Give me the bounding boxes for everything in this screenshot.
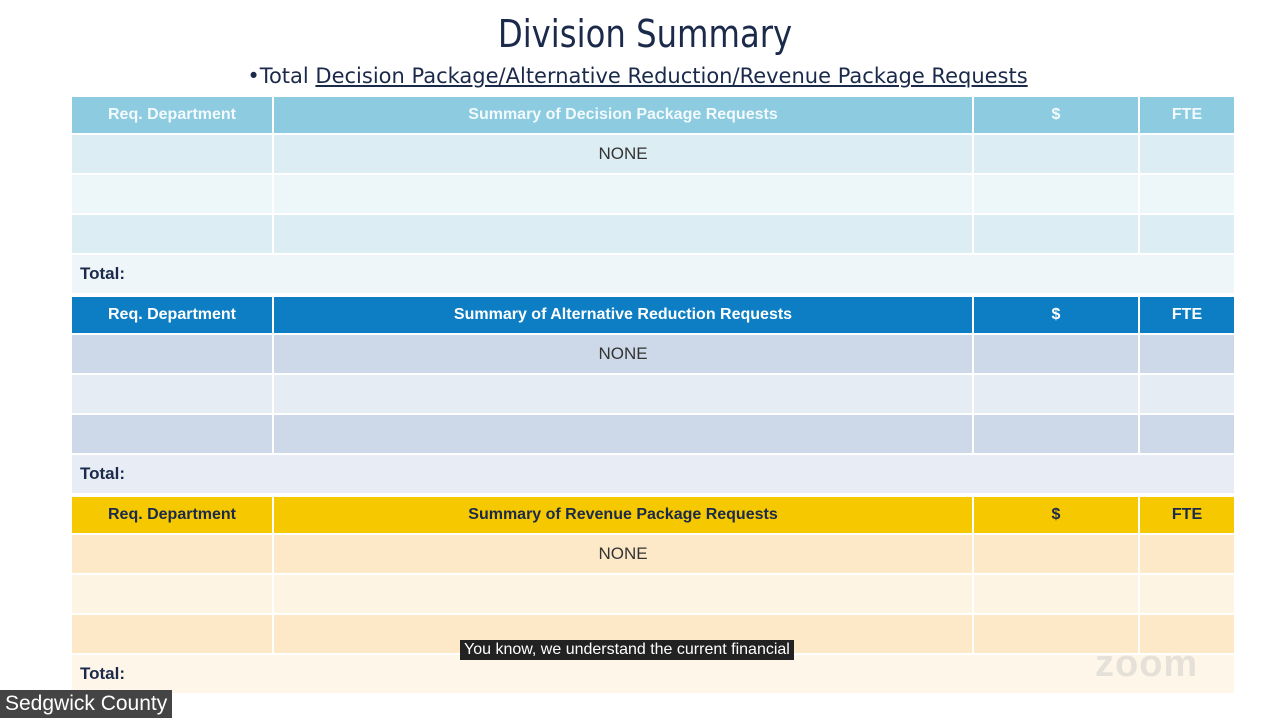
column-header: Req. Department (72, 497, 272, 533)
table-cell (274, 575, 972, 613)
table-cell (974, 335, 1138, 373)
table-row: NONE (72, 335, 1234, 373)
total-row: Total: (72, 655, 1234, 693)
table-cell: NONE (274, 135, 972, 173)
total-row: Total: (72, 255, 1234, 293)
table-cell (1140, 575, 1234, 613)
table-cell: NONE (274, 335, 972, 373)
column-header: $ (974, 297, 1138, 333)
column-header: Summary of Revenue Package Requests (274, 497, 972, 533)
table-row (72, 575, 1234, 613)
column-header: Req. Department (72, 97, 272, 133)
table-cell (1140, 535, 1234, 573)
table-cell (72, 535, 272, 573)
slide-title: Division Summary (497, 12, 793, 56)
table-header: Req. Department Summary of Alternative Re… (72, 297, 1234, 333)
table-cell (274, 415, 972, 453)
table-cell (974, 575, 1138, 613)
table-cell (72, 375, 272, 413)
column-header: FTE (1140, 97, 1234, 133)
decision-package-table: Req. Department Summary of Decision Packa… (72, 97, 1234, 293)
table-row (72, 375, 1234, 413)
table-row (72, 415, 1234, 453)
table-cell (1140, 175, 1234, 213)
table-cell (72, 615, 272, 653)
table-cell (974, 375, 1138, 413)
subtitle-prefix: •Total (247, 64, 316, 88)
table-cell (274, 175, 972, 213)
table-header: Req. Department Summary of Decision Packa… (72, 97, 1234, 133)
column-header: Req. Department (72, 297, 272, 333)
table-cell (974, 215, 1138, 253)
slide-subtitle: •Total Decision Package/Alternative Redu… (0, 64, 1275, 88)
subtitle-link: Decision Package/Alternative Reduction/R… (315, 64, 1028, 88)
table-cell (1140, 415, 1234, 453)
table-row (72, 215, 1234, 253)
table-cell (72, 415, 272, 453)
participant-name: Sedgwick County (0, 690, 173, 718)
table-header: Req. Department Summary of Revenue Packag… (72, 497, 1234, 533)
live-caption: You know, we understand the current fina… (460, 640, 794, 660)
revenue-package-table: Req. Department Summary of Revenue Packag… (72, 497, 1234, 693)
table-cell (1140, 135, 1234, 173)
table-row: NONE (72, 535, 1234, 573)
table-row: NONE (72, 135, 1234, 173)
table-cell: NONE (274, 535, 972, 573)
table-cell (1140, 215, 1234, 253)
table-cell (974, 135, 1138, 173)
column-header: Summary of Alternative Reduction Request… (274, 297, 972, 333)
table-cell (274, 215, 972, 253)
table-cell (274, 375, 972, 413)
table-cell (974, 415, 1138, 453)
column-header: $ (974, 97, 1138, 133)
table-cell (1140, 375, 1234, 413)
table-cell (72, 215, 272, 253)
table-cell (72, 335, 272, 373)
column-header: Summary of Decision Package Requests (274, 97, 972, 133)
table-row (72, 175, 1234, 213)
table-cell (72, 135, 272, 173)
table-cell (974, 175, 1138, 213)
column-header: FTE (1140, 497, 1234, 533)
column-header: $ (974, 497, 1138, 533)
total-row: Total: (72, 455, 1234, 493)
table-cell (1140, 335, 1234, 373)
table-cell (974, 535, 1138, 573)
table-cell (72, 175, 272, 213)
alternative-reduction-table: Req. Department Summary of Alternative Re… (72, 297, 1234, 493)
zoom-watermark: zoom (1095, 643, 1199, 685)
column-header: FTE (1140, 297, 1234, 333)
table-cell (72, 575, 272, 613)
